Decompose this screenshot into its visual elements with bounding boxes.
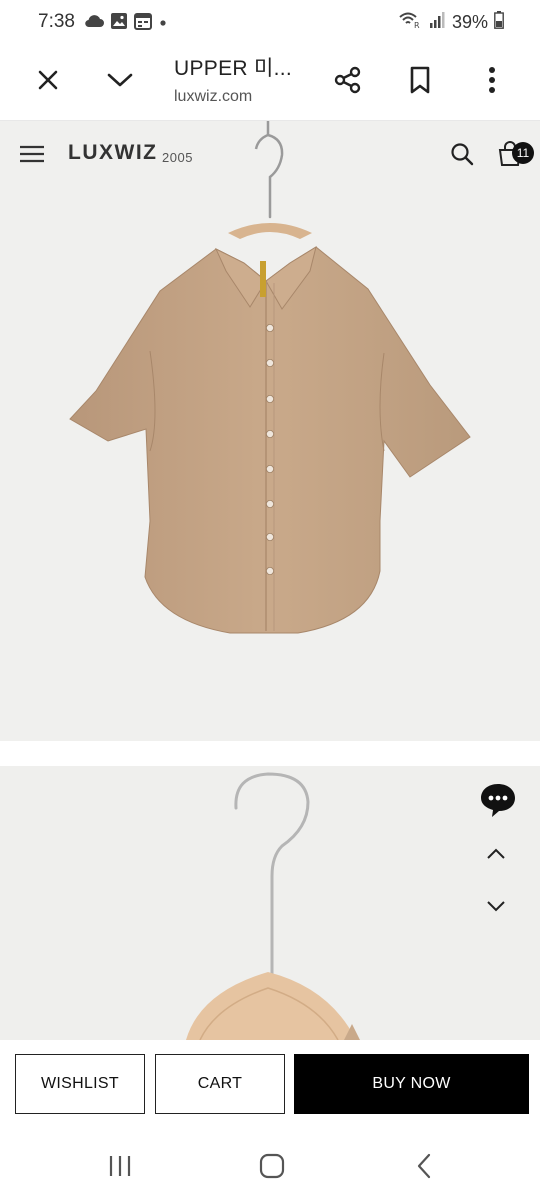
hanger-illustration	[186, 772, 360, 1040]
search-icon[interactable]	[440, 132, 484, 176]
calendar-icon	[134, 12, 152, 35]
status-time: 7:38	[38, 11, 75, 32]
cart-button[interactable]: CART	[155, 1054, 285, 1114]
browser-toolbar: UPPER 미... luxwiz.com	[0, 44, 540, 121]
status-right: R 39%	[398, 11, 504, 34]
system-nav-bar	[0, 1130, 540, 1200]
dot-icon	[158, 15, 168, 33]
shirt-illustration	[69, 121, 471, 634]
recents-icon[interactable]	[98, 1144, 142, 1188]
chevron-up-icon[interactable]	[474, 832, 518, 876]
menu-icon[interactable]	[10, 132, 54, 176]
back-icon[interactable]	[402, 1144, 446, 1188]
chevron-down-icon[interactable]	[474, 884, 518, 928]
close-icon[interactable]	[26, 58, 70, 102]
image-icon	[110, 12, 128, 35]
wishlist-button[interactable]: WISHLIST	[15, 1054, 145, 1114]
alarm-wifi-icon: R	[398, 11, 422, 34]
product-image-main[interactable]	[0, 121, 540, 741]
image-divider	[0, 741, 540, 766]
signal-icon	[428, 11, 446, 34]
chat-icon[interactable]	[474, 776, 522, 824]
cloud-icon	[84, 14, 104, 33]
bookmark-icon[interactable]	[398, 58, 442, 102]
page-title: UPPER 미...	[174, 57, 293, 80]
more-icon[interactable]	[470, 58, 514, 102]
home-icon[interactable]	[250, 1144, 294, 1188]
buy-now-button[interactable]: BUY NOW	[294, 1054, 529, 1114]
page-url: luxwiz.com	[174, 88, 253, 105]
brand-year: 2005	[162, 150, 193, 165]
battery-percent: 39%	[451, 12, 488, 32]
status-notifications	[84, 12, 168, 35]
brand-logo[interactable]: LUXWIZ	[68, 141, 157, 165]
site-header: LUXWIZ 2005	[0, 121, 540, 187]
svg-text:R: R	[414, 21, 420, 29]
status-bar: 7:38 R 39%	[0, 0, 540, 44]
chevron-down-icon[interactable]	[98, 58, 142, 102]
battery-icon	[494, 11, 504, 34]
share-icon[interactable]	[326, 58, 370, 102]
cart-count-badge: 11	[512, 142, 534, 164]
purchase-action-bar: WISHLIST CART BUY NOW	[0, 1040, 540, 1130]
product-image-second[interactable]	[0, 766, 540, 1040]
